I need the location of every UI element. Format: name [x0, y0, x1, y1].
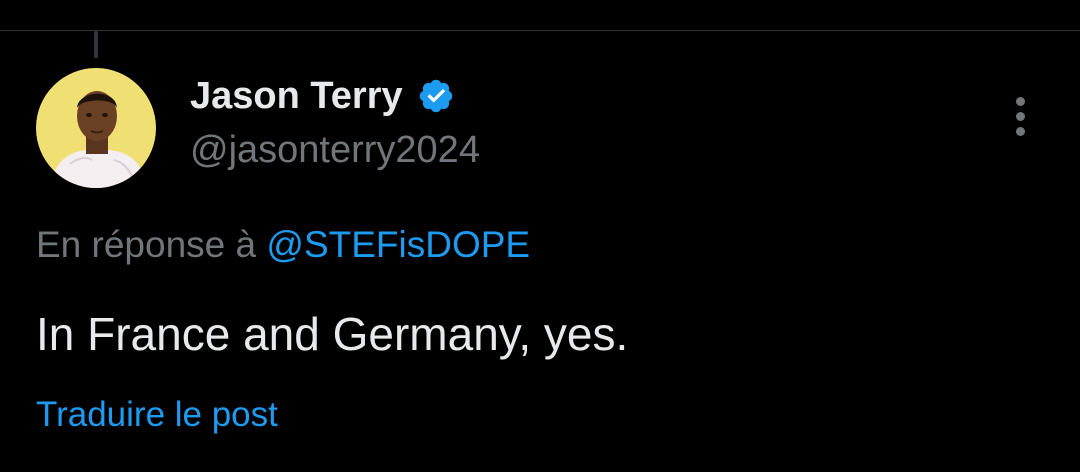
- author-name-row: Jason Terry: [190, 76, 455, 116]
- author-handle[interactable]: @jasonterry2024: [190, 128, 480, 172]
- more-vertical-icon-dot: [1015, 111, 1025, 121]
- tweet-text: In France and Germany, yes.: [36, 308, 629, 360]
- author-display-name[interactable]: Jason Terry: [190, 76, 403, 116]
- top-divider: [0, 30, 1080, 31]
- reply-prefix: En réponse à: [36, 224, 267, 265]
- more-options-button[interactable]: [1002, 92, 1038, 140]
- avatar-image: [36, 68, 156, 188]
- translate-post-link[interactable]: Traduire le post: [36, 393, 278, 437]
- verified-badge-icon[interactable]: [417, 77, 455, 115]
- thread-connector-line: [94, 31, 98, 58]
- more-vertical-icon: [1015, 96, 1025, 106]
- reply-context: En réponse à @STEFisDOPE: [36, 222, 530, 268]
- more-vertical-icon-dot: [1015, 126, 1025, 136]
- reply-mention-link[interactable]: @STEFisDOPE: [266, 224, 530, 265]
- avatar[interactable]: [36, 68, 156, 188]
